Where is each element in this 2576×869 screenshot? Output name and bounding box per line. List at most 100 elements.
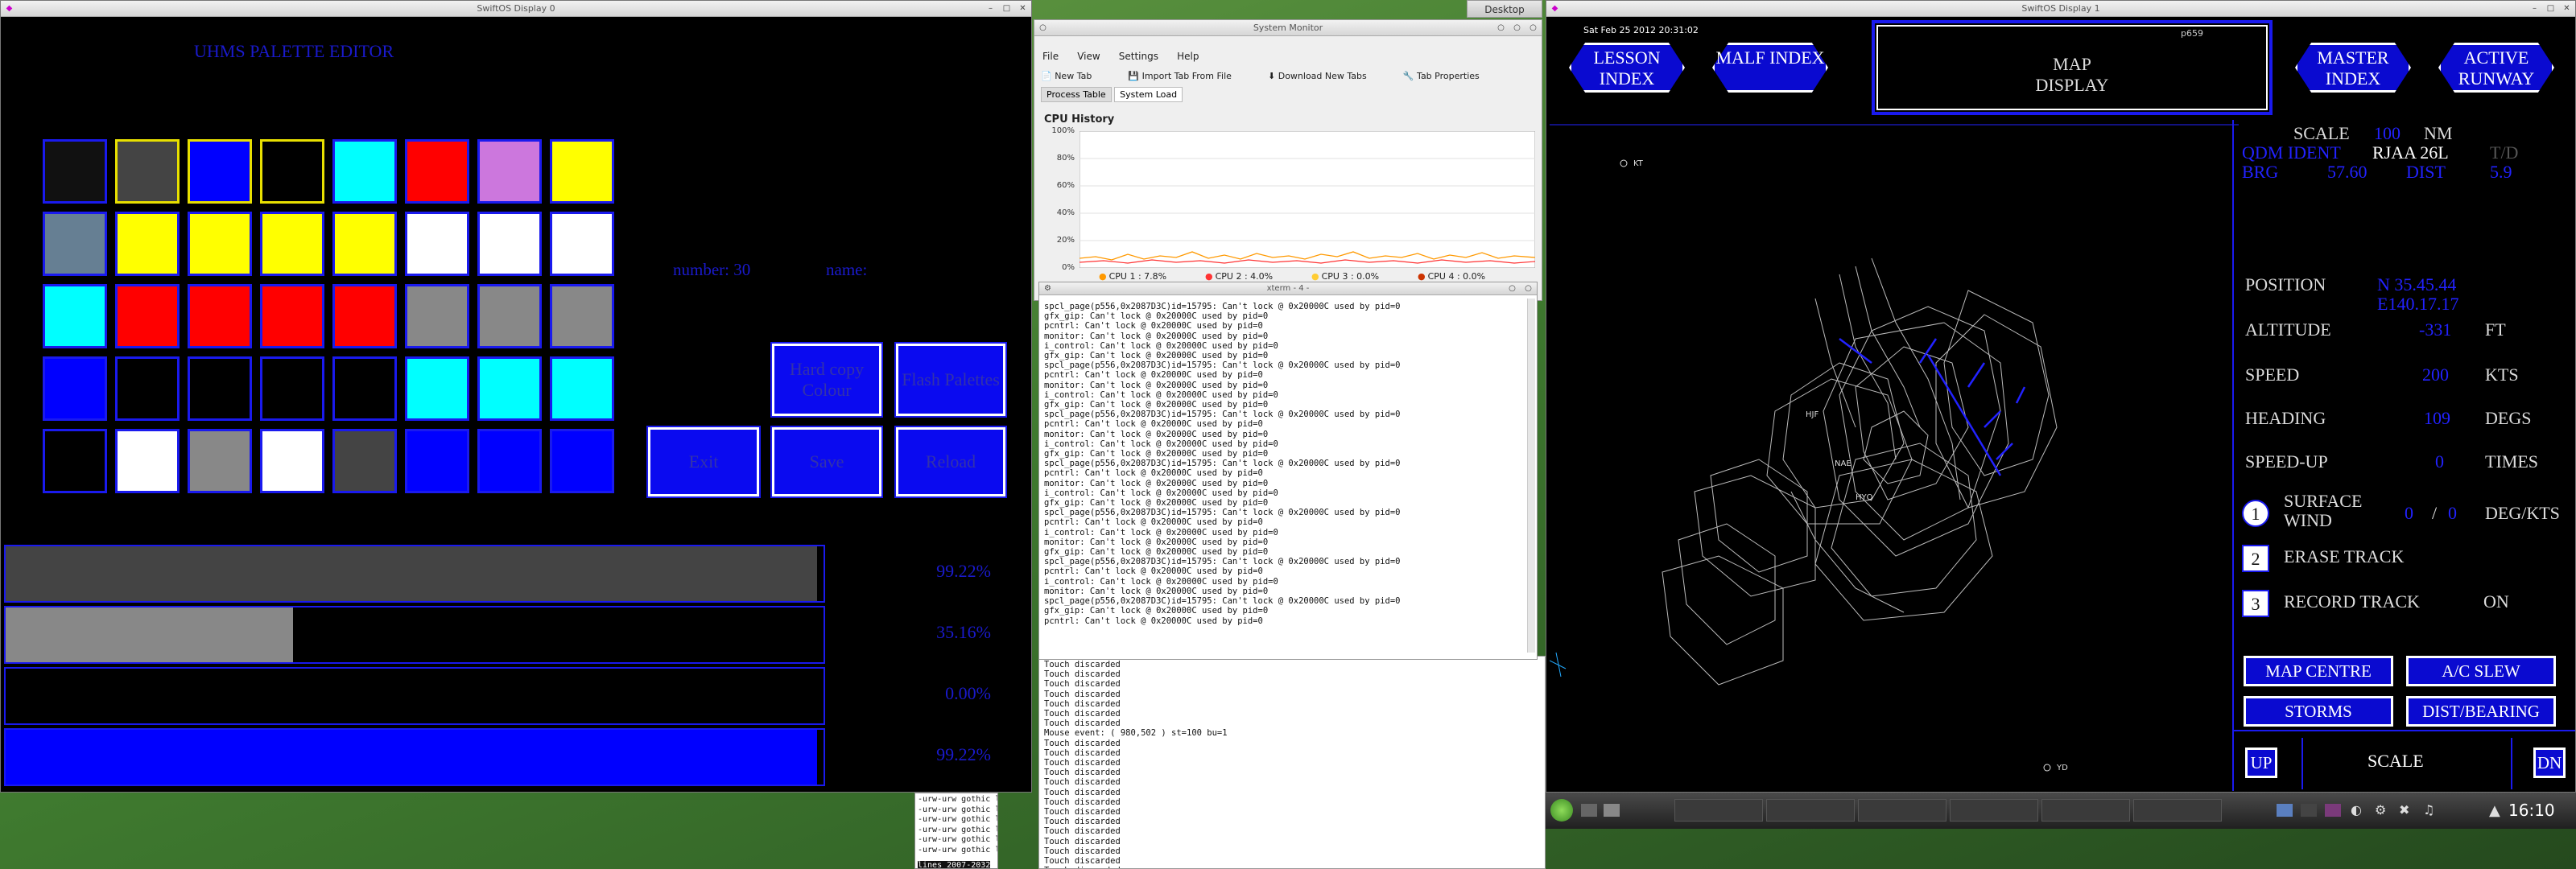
launcher-terminal-icon[interactable] (1581, 804, 1597, 817)
colour-swatch[interactable] (550, 212, 614, 276)
palette-window-titlebar[interactable]: ◆ SwiftOS Display 0 – □ ✕ (1, 1, 1031, 17)
exit-button[interactable]: Exit (646, 426, 761, 498)
master-index-button[interactable]: MASTER INDEX (2295, 43, 2411, 93)
menu-file[interactable]: File (1042, 51, 1059, 62)
colour-swatch[interactable] (260, 212, 324, 276)
download-tabs-button[interactable]: ⬇ Download New Tabs (1268, 71, 1383, 81)
touch-log-terminal[interactable]: Touch discarded Touch discarded Touch disc… (1038, 656, 1546, 869)
start-menu-icon[interactable] (1550, 799, 1573, 822)
colour-swatch[interactable] (405, 284, 469, 348)
xterm-scrollbar[interactable] (1527, 299, 1535, 653)
colour-swatch[interactable] (115, 429, 180, 493)
xterm-minimize-icon[interactable]: ○ (1507, 283, 1517, 294)
map-close-icon[interactable]: ✕ (2562, 3, 2572, 14)
tray-volume-icon[interactable]: ♫ (2423, 802, 2434, 818)
minimize-icon[interactable]: – (985, 3, 996, 14)
app-menu-icon[interactable]: ◆ (4, 3, 14, 14)
menu-view[interactable]: View (1077, 51, 1100, 62)
sysmon-maximize-icon[interactable]: ○ (1512, 23, 1522, 33)
colour-swatch[interactable] (188, 356, 252, 421)
colour-swatch[interactable] (477, 429, 542, 493)
show-desktop-button[interactable]: Desktop (1467, 0, 1542, 18)
scale-up-button[interactable]: UP (2245, 748, 2277, 778)
colour-swatch[interactable] (260, 139, 324, 204)
colour-swatch[interactable] (115, 139, 180, 204)
channel-slider[interactable] (4, 606, 825, 664)
colour-swatch[interactable] (550, 356, 614, 421)
colour-swatch[interactable] (332, 429, 397, 493)
malf-index-button[interactable]: MALF INDEX (1712, 43, 1828, 93)
colour-swatch[interactable] (260, 429, 324, 493)
channel-slider[interactable] (4, 667, 825, 725)
tab-properties-button[interactable]: 🔧 Tab Properties (1403, 71, 1496, 81)
xterm-menu-icon[interactable]: ⚙ (1042, 283, 1053, 294)
storms-button[interactable]: STORMS (2244, 696, 2393, 727)
tray-app-icon[interactable] (2325, 804, 2341, 817)
tray-network-icon[interactable]: ◐ (2351, 802, 2362, 818)
colour-swatch[interactable] (477, 212, 542, 276)
colour-swatch[interactable] (115, 284, 180, 348)
colour-swatch[interactable] (332, 212, 397, 276)
colour-swatch[interactable] (332, 356, 397, 421)
file-list-terminal[interactable]: -urw-urw gothic l-medium-urw-urw gothic … (914, 793, 998, 869)
tray-settings-icon[interactable]: ⚙ (2375, 802, 2386, 818)
colour-swatch[interactable] (405, 356, 469, 421)
channel-slider[interactable] (4, 728, 825, 786)
colour-swatch[interactable] (405, 212, 469, 276)
colour-swatch[interactable] (188, 139, 252, 204)
colour-swatch[interactable] (115, 356, 180, 421)
colour-swatch[interactable] (550, 429, 614, 493)
surface-wind-number[interactable]: 1 (2242, 500, 2269, 527)
menu-help[interactable]: Help (1177, 51, 1199, 62)
lesson-index-button[interactable]: LESSON INDEX (1569, 43, 1685, 93)
colour-swatch[interactable] (260, 356, 324, 421)
channel-slider[interactable] (4, 545, 825, 603)
colour-swatch[interactable] (43, 429, 107, 493)
xterm-titlebar[interactable]: ⚙ xterm - 4 - ○ ○ (1039, 282, 1537, 295)
taskbar-clock[interactable]: 16:10 (2508, 801, 2555, 820)
tray-tools-icon[interactable]: ✖ (2399, 802, 2409, 818)
map-maximize-icon[interactable]: □ (2545, 3, 2556, 14)
tab-system-load[interactable]: System Load (1114, 87, 1183, 102)
colour-swatch[interactable] (332, 284, 397, 348)
map-minimize-icon[interactable]: – (2529, 3, 2540, 14)
radar-map[interactable]: KT HJF NAE HYQ YD (1550, 121, 2239, 789)
tray-display-icon[interactable] (2277, 804, 2293, 817)
scale-down-button[interactable]: DN (2533, 748, 2566, 778)
dist-bearing-button[interactable]: DIST/BEARING (2406, 696, 2556, 727)
map-window-titlebar[interactable]: ◆ SwiftOS Display 1 – □ ✕ (1546, 1, 2575, 17)
close-icon[interactable]: ✕ (1018, 3, 1028, 14)
flash-palettes-button[interactable]: Flash Palettes (894, 342, 1007, 418)
colour-swatch[interactable] (43, 212, 107, 276)
colour-swatch[interactable] (115, 212, 180, 276)
sysmon-menu-icon[interactable]: ○ (1038, 23, 1048, 33)
colour-swatch[interactable] (188, 284, 252, 348)
sysmon-minimize-icon[interactable]: ○ (1496, 23, 1506, 33)
erase-track-number[interactable]: 2 (2242, 545, 2269, 572)
menu-settings[interactable]: Settings (1119, 51, 1158, 62)
map-display-button[interactable]: MAP DISPLAY p659 (1872, 20, 2273, 115)
task-item-browser[interactable] (1674, 799, 1763, 822)
colour-swatch[interactable] (43, 356, 107, 421)
colour-swatch[interactable] (550, 139, 614, 204)
task-item-display1[interactable] (1950, 799, 2038, 822)
xterm-window[interactable]: ⚙ xterm - 4 - ○ ○ spcl_page(p556,0x2087D… (1038, 282, 1538, 660)
ac-slew-button[interactable]: A/C SLEW (2406, 656, 2556, 686)
colour-swatch[interactable] (405, 429, 469, 493)
tab-process-table[interactable]: Process Table (1041, 87, 1112, 102)
colour-swatch[interactable] (550, 284, 614, 348)
task-item-terminal[interactable] (2041, 799, 2130, 822)
task-item-other[interactable] (2133, 799, 2222, 822)
colour-swatch[interactable] (405, 139, 469, 204)
colour-swatch[interactable] (188, 429, 252, 493)
map-app-menu-icon[interactable]: ◆ (1550, 3, 1560, 14)
import-tab-button[interactable]: 💾 Import Tab From File (1128, 71, 1247, 81)
tray-arrow-icon[interactable]: ▲ (2489, 802, 2500, 819)
maximize-icon[interactable]: □ (1001, 3, 1012, 14)
colour-swatch[interactable] (188, 212, 252, 276)
colour-swatch[interactable] (332, 139, 397, 204)
new-tab-button[interactable]: 📄 New Tab (1041, 71, 1108, 81)
colour-swatch[interactable] (260, 284, 324, 348)
colour-swatch[interactable] (477, 356, 542, 421)
sysmon-close-icon[interactable]: ○ (1528, 23, 1538, 33)
